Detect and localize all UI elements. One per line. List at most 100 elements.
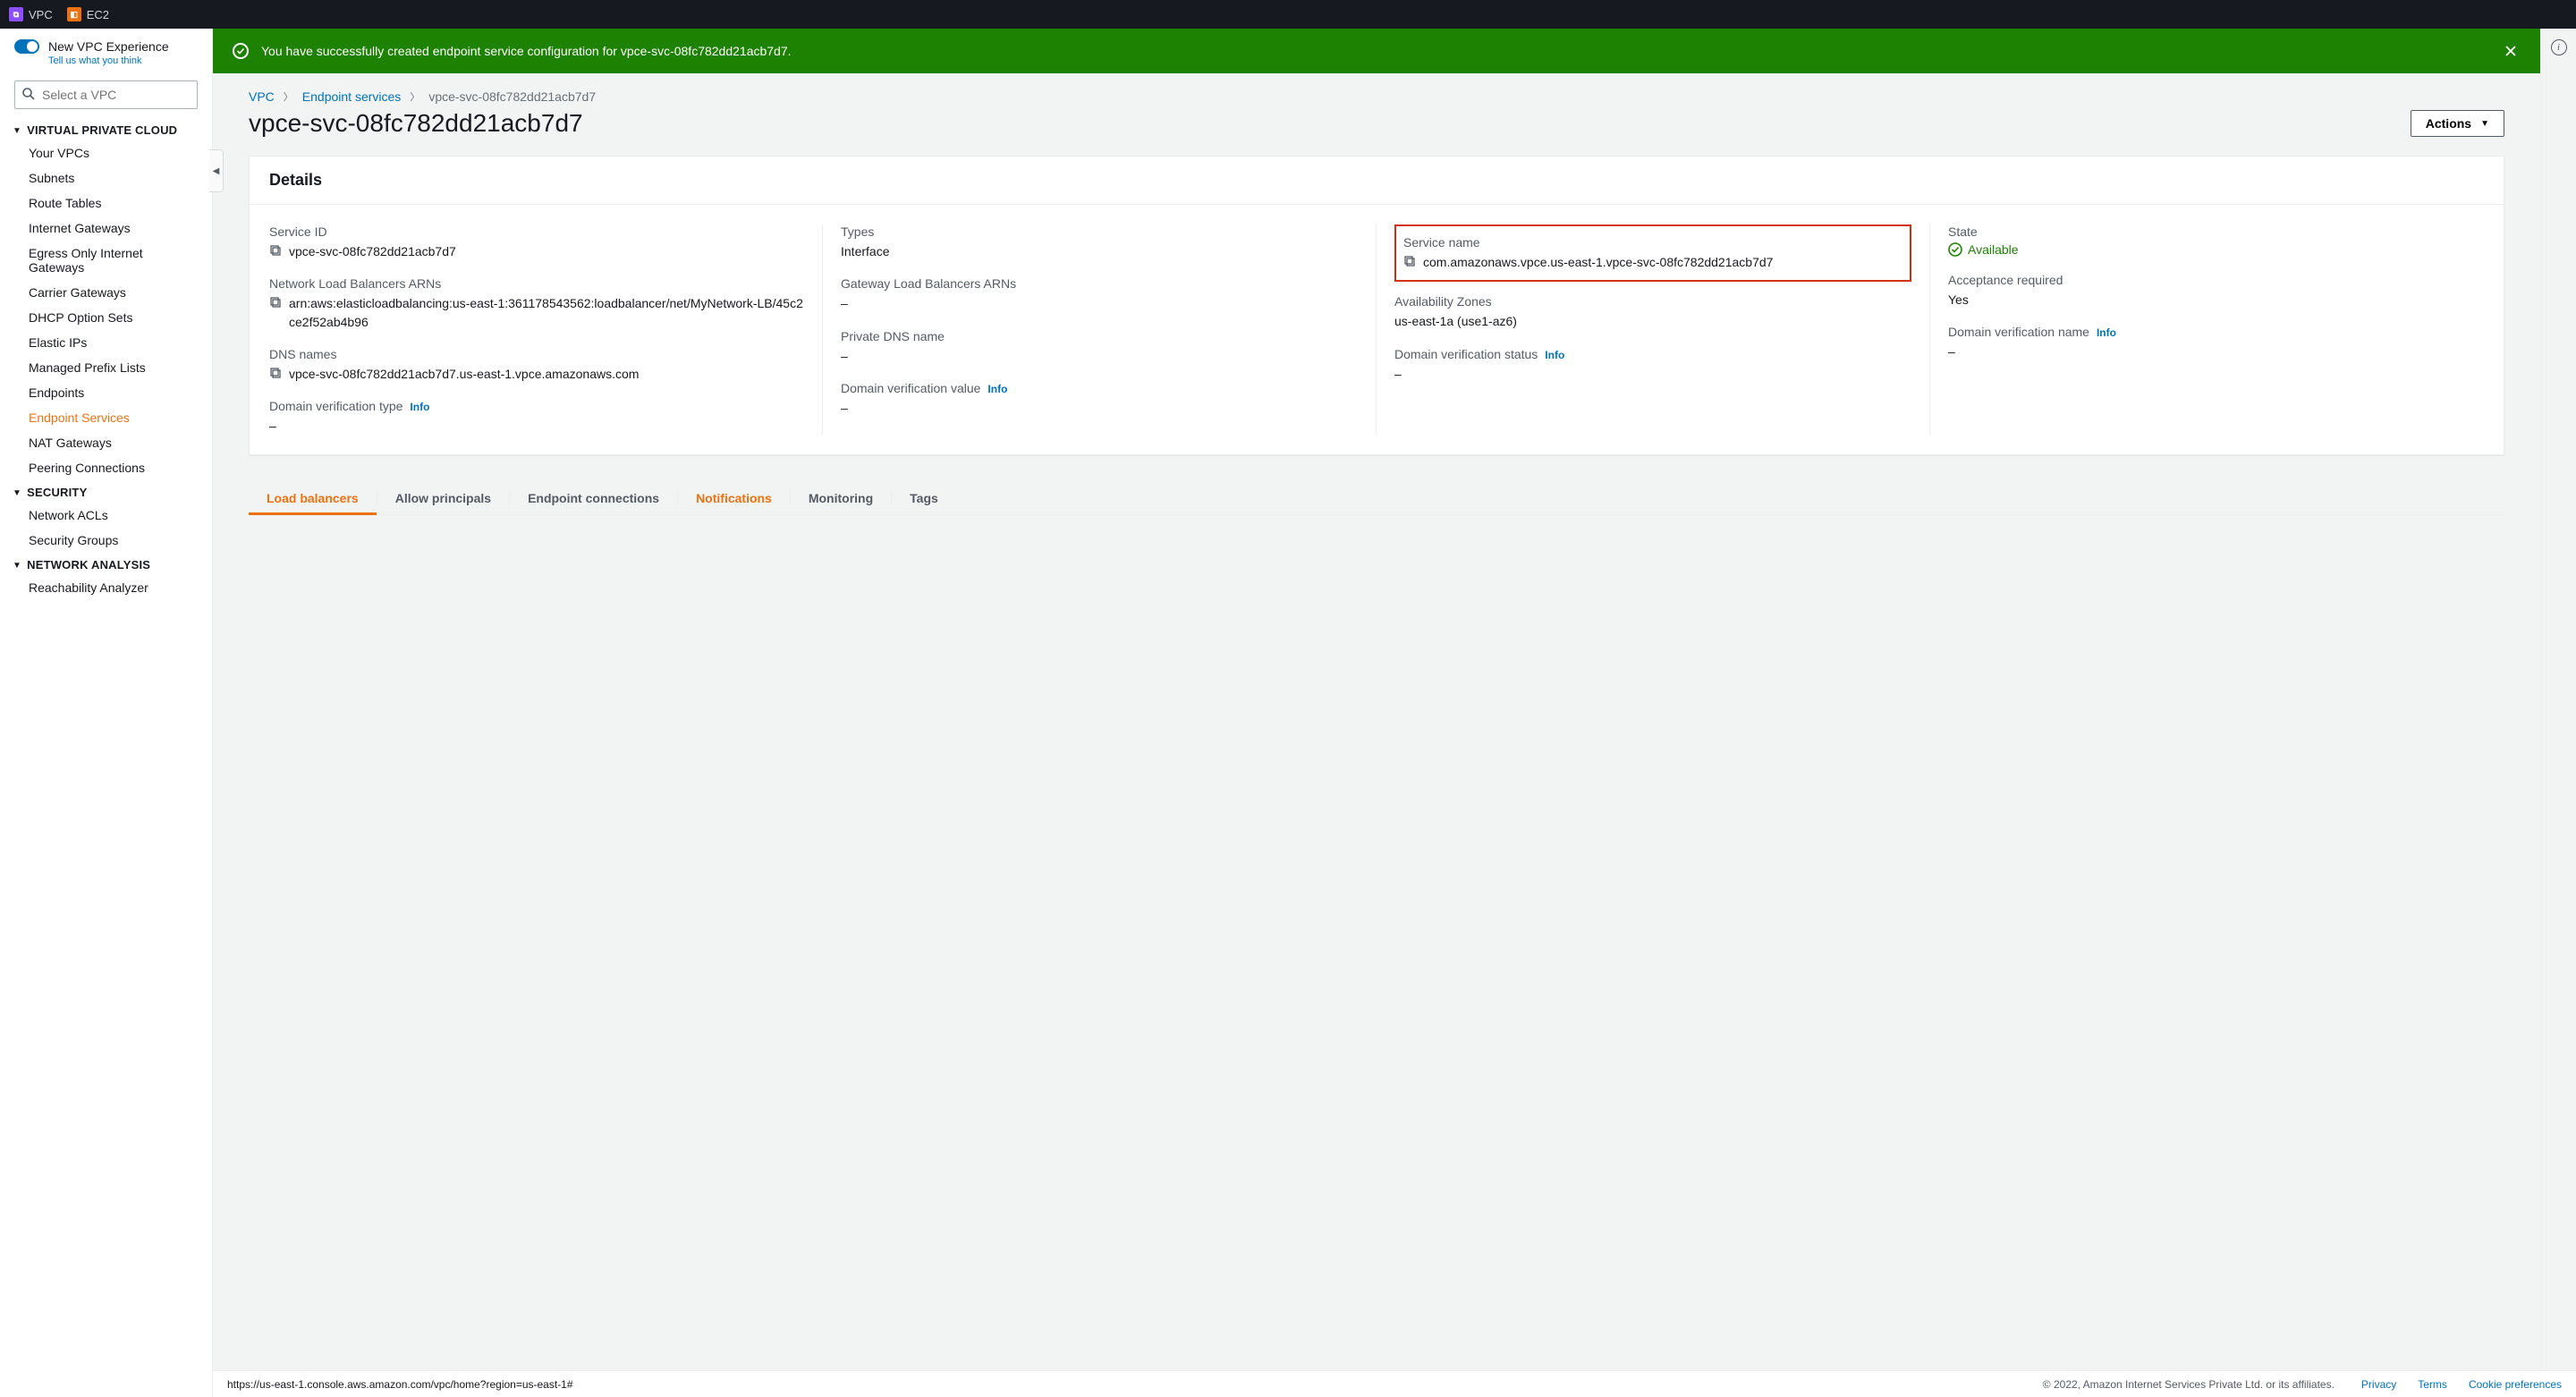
sidebar-scroll[interactable]: ▼ VIRTUAL PRIVATE CLOUD Your VPCs Subnet… <box>0 118 212 1397</box>
banner-message: You have successfully created endpoint s… <box>261 44 2488 58</box>
field-value: vpce-svc-08fc782dd21acb7d7.us-east-1.vpc… <box>289 365 639 383</box>
field-value: – <box>841 399 1358 417</box>
caret-down-icon: ▼ <box>2480 119 2489 129</box>
sidebar-item-elastic-ips[interactable]: Elastic IPs <box>0 330 212 355</box>
tabs: Load balancers Allow principals Endpoint… <box>249 482 2504 515</box>
info-panel-toggle[interactable]: i <box>2551 39 2567 55</box>
copy-icon[interactable] <box>269 367 282 379</box>
breadcrumb-vpc[interactable]: VPC <box>249 89 275 104</box>
footer-link-terms[interactable]: Terms <box>2418 1378 2447 1391</box>
sidebar-item-peering-connections[interactable]: Peering Connections <box>0 455 212 480</box>
sidebar-item-route-tables[interactable]: Route Tables <box>0 190 212 216</box>
field-state: State Available <box>1948 224 2484 257</box>
search-icon <box>21 87 36 101</box>
field-private-dns: Private DNS name – <box>841 329 1358 365</box>
topbar-service-vpc[interactable]: ⧉ VPC <box>9 7 53 21</box>
field-label: Types <box>841 224 1358 239</box>
title-bar: vpce-svc-08fc782dd21acb7d7 Actions ▼ <box>249 109 2504 138</box>
actions-button[interactable]: Actions ▼ <box>2411 110 2504 137</box>
sidebar-section-network-analysis[interactable]: ▼ NETWORK ANALYSIS <box>0 553 212 575</box>
footer-link-cookie[interactable]: Cookie preferences <box>2469 1378 2562 1391</box>
info-link[interactable]: Info <box>2097 326 2116 339</box>
tab-allow-principals[interactable]: Allow principals <box>377 482 509 514</box>
state-value: Available <box>1948 242 2484 257</box>
sidebar-item-network-acls[interactable]: Network ACLs <box>0 503 212 528</box>
banner-close-button[interactable] <box>2501 41 2521 61</box>
tab-monitoring[interactable]: Monitoring <box>791 482 891 514</box>
new-vpc-experience-label: New VPC Experience <box>48 39 169 54</box>
tab-notifications[interactable]: Notifications <box>678 482 790 514</box>
new-vpc-experience-toggle[interactable] <box>14 39 39 54</box>
success-check-icon <box>233 43 249 59</box>
sidebar-item-endpoint-services[interactable]: Endpoint Services <box>0 405 212 430</box>
field-value: – <box>1948 343 2484 360</box>
field-label: Gateway Load Balancers ARNs <box>841 276 1358 291</box>
info-link[interactable]: Info <box>987 383 1007 395</box>
field-dns-names: DNS names vpce-svc-08fc782dd21acb7d7.us-… <box>269 347 804 383</box>
sidebar-item-reachability-analyzer[interactable]: Reachability Analyzer <box>0 575 212 600</box>
breadcrumb-current: vpce-svc-08fc782dd21acb7d7 <box>428 89 596 104</box>
tab-load-balancers[interactable]: Load balancers <box>249 482 377 514</box>
field-value: com.amazonaws.vpce.us-east-1.vpce-svc-08… <box>1423 253 1773 271</box>
sidebar-section-vpc[interactable]: ▼ VIRTUAL PRIVATE CLOUD <box>0 118 212 140</box>
field-label: Acceptance required <box>1948 273 2484 287</box>
field-label: Service ID <box>269 224 804 239</box>
sidebar-item-egress-only-igw[interactable]: Egress Only Internet Gateways <box>0 241 212 280</box>
topbar-service-ec2[interactable]: ◧ EC2 <box>67 7 109 21</box>
service-name-highlight: Service name com.amazonaws.vpce.us-east-… <box>1394 224 1911 282</box>
field-value: vpce-svc-08fc782dd21acb7d7 <box>289 242 456 260</box>
main-row: You have successfully created endpoint s… <box>213 29 2576 1370</box>
breadcrumb-endpoint-services[interactable]: Endpoint services <box>302 89 402 104</box>
details-col-2: Types Interface Gateway Load Balancers A… <box>823 224 1377 435</box>
sidebar-item-internet-gateways[interactable]: Internet Gateways <box>0 216 212 241</box>
topbar-service-label: EC2 <box>87 8 109 21</box>
content-scroll[interactable]: You have successfully created endpoint s… <box>213 29 2540 1370</box>
field-label: Domain verification nameInfo <box>1948 325 2484 339</box>
footer: https://us-east-1.console.aws.amazon.com… <box>213 1370 2576 1397</box>
success-banner: You have successfully created endpoint s… <box>213 29 2540 73</box>
details-col-3: Service name com.amazonaws.vpce.us-east-… <box>1377 224 1930 435</box>
page-title: vpce-svc-08fc782dd21acb7d7 <box>249 109 583 138</box>
ec2-icon: ◧ <box>67 7 81 21</box>
info-link[interactable]: Info <box>1545 349 1564 361</box>
sidebar-item-endpoints[interactable]: Endpoints <box>0 380 212 405</box>
topbar-service-label: VPC <box>29 8 53 21</box>
footer-link-privacy[interactable]: Privacy <box>2361 1378 2396 1391</box>
sidebar-item-subnets[interactable]: Subnets <box>0 165 212 190</box>
field-label: DNS names <box>269 347 804 361</box>
sidebar-item-managed-prefix-lists[interactable]: Managed Prefix Lists <box>0 355 212 380</box>
details-panel: Details Service ID vpce-svc-08fc782dd21a… <box>249 156 2504 455</box>
new-vpc-experience-row: New VPC Experience <box>14 39 198 54</box>
copy-icon[interactable] <box>1403 255 1416 267</box>
caret-down-icon: ▼ <box>13 488 21 498</box>
feedback-link[interactable]: Tell us what you think <box>48 55 198 66</box>
field-acceptance: Acceptance required Yes <box>1948 273 2484 309</box>
field-azs: Availability Zones us-east-1a (use1-az6) <box>1394 294 1911 330</box>
sidebar-item-nat-gateways[interactable]: NAT Gateways <box>0 430 212 455</box>
sidebar-section-security[interactable]: ▼ SECURITY <box>0 480 212 503</box>
field-value: us-east-1a (use1-az6) <box>1394 312 1911 330</box>
footer-links: Privacy Terms Cookie preferences <box>2361 1378 2562 1391</box>
status-ok-icon <box>1948 242 1962 257</box>
sidebar-item-dhcp-option-sets[interactable]: DHCP Option Sets <box>0 305 212 330</box>
field-domain-ver-status: Domain verification statusInfo – <box>1394 347 1911 383</box>
copy-icon[interactable] <box>269 296 282 309</box>
sidebar-item-security-groups[interactable]: Security Groups <box>0 528 212 553</box>
field-label: Network Load Balancers ARNs <box>269 276 804 291</box>
field-domain-ver-name: Domain verification nameInfo – <box>1948 325 2484 360</box>
sidebar-collapse-button[interactable]: ◀ <box>209 149 224 192</box>
copy-icon[interactable] <box>269 244 282 257</box>
field-value: Yes <box>1948 291 2484 309</box>
vpc-search-input[interactable] <box>14 80 198 109</box>
field-label: Domain verification valueInfo <box>841 381 1358 395</box>
details-col-4: State Available Acceptance required Yes <box>1930 224 2484 435</box>
sidebar-section-title: SECURITY <box>27 486 87 499</box>
info-link[interactable]: Info <box>410 401 429 413</box>
field-label: State <box>1948 224 2484 239</box>
tab-tags[interactable]: Tags <box>892 482 956 514</box>
sidebar-item-carrier-gateways[interactable]: Carrier Gateways <box>0 280 212 305</box>
footer-copyright: © 2022, Amazon Internet Services Private… <box>2043 1378 2334 1391</box>
tab-endpoint-connections[interactable]: Endpoint connections <box>510 482 677 514</box>
details-grid: Service ID vpce-svc-08fc782dd21acb7d7 Ne… <box>250 205 2504 454</box>
sidebar-item-your-vpcs[interactable]: Your VPCs <box>0 140 212 165</box>
